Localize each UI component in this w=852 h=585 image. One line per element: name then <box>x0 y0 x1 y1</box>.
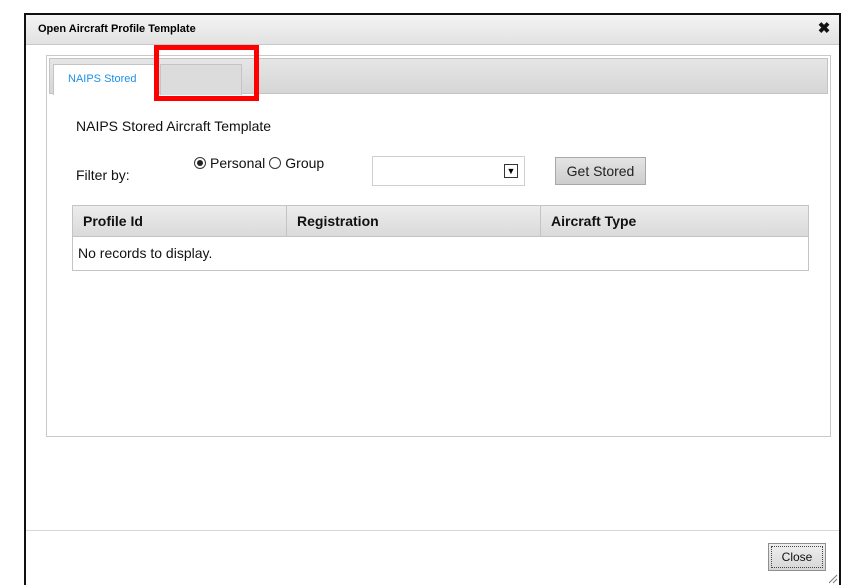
footer-divider <box>26 530 839 531</box>
filter-label: Filter by: <box>76 167 130 183</box>
aircraft-profile-dialog: Open Aircraft Profile Template ✖ NAIPS S… <box>24 13 841 585</box>
grid-empty-message: No records to display. <box>78 245 213 261</box>
filter-radio-group: Personal Group <box>194 155 328 171</box>
column-profile-id[interactable]: Profile Id <box>73 206 287 236</box>
radio-personal[interactable]: Personal <box>194 155 265 171</box>
radio-group-button[interactable] <box>269 157 282 169</box>
radio-personal-button[interactable] <box>194 157 206 169</box>
tab-strip: NAIPS Stored <box>49 58 828 95</box>
tab-empty[interactable] <box>160 64 242 95</box>
resize-grip-icon[interactable] <box>826 572 838 584</box>
radio-group[interactable]: Group <box>269 155 324 171</box>
group-select[interactable]: ▼ <box>372 156 525 186</box>
get-stored-button[interactable]: Get Stored <box>555 157 646 185</box>
dialog-title: Open Aircraft Profile Template <box>38 23 196 35</box>
column-aircraft-type[interactable]: Aircraft Type <box>541 206 808 236</box>
section-title: NAIPS Stored Aircraft Template <box>76 118 272 134</box>
tab-naips-stored[interactable]: NAIPS Stored <box>53 64 157 95</box>
grid-header: Profile Id Registration Aircraft Type <box>73 206 808 237</box>
radio-personal-label: Personal <box>210 155 266 171</box>
chevron-down-icon[interactable]: ▼ <box>504 164 518 178</box>
radio-group-label: Group <box>285 155 325 171</box>
column-registration[interactable]: Registration <box>287 206 541 236</box>
close-button[interactable]: Close <box>768 543 826 571</box>
profile-grid: Profile Id Registration Aircraft Type No… <box>72 205 809 271</box>
dialog-titlebar[interactable]: Open Aircraft Profile Template ✖ <box>26 15 839 45</box>
close-icon[interactable]: ✖ <box>815 20 833 38</box>
